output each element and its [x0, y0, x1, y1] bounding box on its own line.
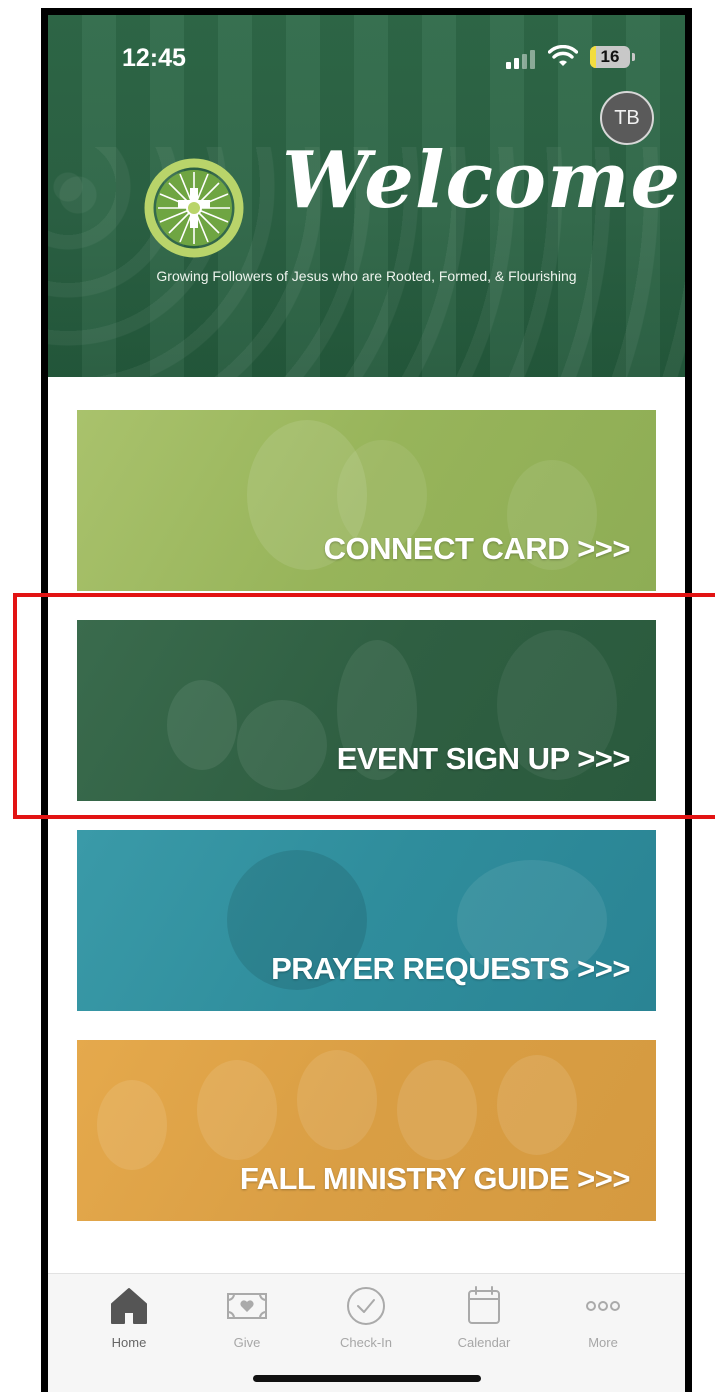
tab-check-in[interactable]: Check-In: [316, 1284, 416, 1350]
app-screen: 12:45 16 TB Welcome Growing Followers of…: [48, 15, 685, 1392]
more-icon: [586, 1301, 620, 1311]
give-icon: [227, 1293, 267, 1319]
tab-calendar-label: Calendar: [457, 1335, 511, 1350]
battery-tip: [632, 53, 635, 61]
event-sign-up-banner[interactable]: EVENT SIGN UP >>>: [77, 620, 656, 801]
prayer-requests-banner[interactable]: PRAYER REQUESTS >>>: [77, 830, 656, 1011]
tagline: Growing Followers of Jesus who are Roote…: [156, 268, 577, 284]
welcome-header: 12:45 16 TB Welcome Growing Followers of…: [48, 15, 685, 377]
check-in-icon: [347, 1287, 385, 1325]
calendar-icon: [468, 1286, 500, 1324]
phone-frame: 12:45 16 TB Welcome Growing Followers of…: [41, 8, 692, 1392]
tab-home[interactable]: Home: [79, 1284, 179, 1350]
wifi-icon: [548, 45, 578, 66]
event-sign-up-label: EVENT SIGN UP >>>: [336, 741, 631, 776]
tab-check-in-label: Check-In: [339, 1335, 393, 1350]
welcome-title: Welcome: [282, 135, 682, 226]
connect-card-banner[interactable]: CONNECT CARD >>>: [77, 410, 656, 591]
battery-icon: 16: [590, 46, 630, 68]
church-logo-icon: [144, 158, 244, 258]
tab-home-label: Home: [111, 1335, 147, 1350]
tab-calendar[interactable]: Calendar: [434, 1284, 534, 1350]
tab-give-label: Give: [233, 1335, 261, 1350]
cellular-signal-icon: [506, 49, 536, 69]
prayer-requests-label: PRAYER REQUESTS >>>: [271, 951, 630, 986]
battery-percent: 16: [600, 47, 620, 66]
fall-ministry-guide-banner[interactable]: FALL MINISTRY GUIDE >>>: [77, 1040, 656, 1221]
status-time: 12:45: [122, 44, 186, 72]
home-icon: [111, 1288, 147, 1324]
tab-give[interactable]: Give: [197, 1284, 297, 1350]
tab-more-label: More: [588, 1335, 618, 1350]
tab-more[interactable]: More: [553, 1284, 653, 1350]
connect-card-label: CONNECT CARD >>>: [323, 531, 631, 566]
fall-ministry-guide-label: FALL MINISTRY GUIDE >>>: [239, 1161, 631, 1196]
home-indicator[interactable]: [253, 1375, 481, 1382]
